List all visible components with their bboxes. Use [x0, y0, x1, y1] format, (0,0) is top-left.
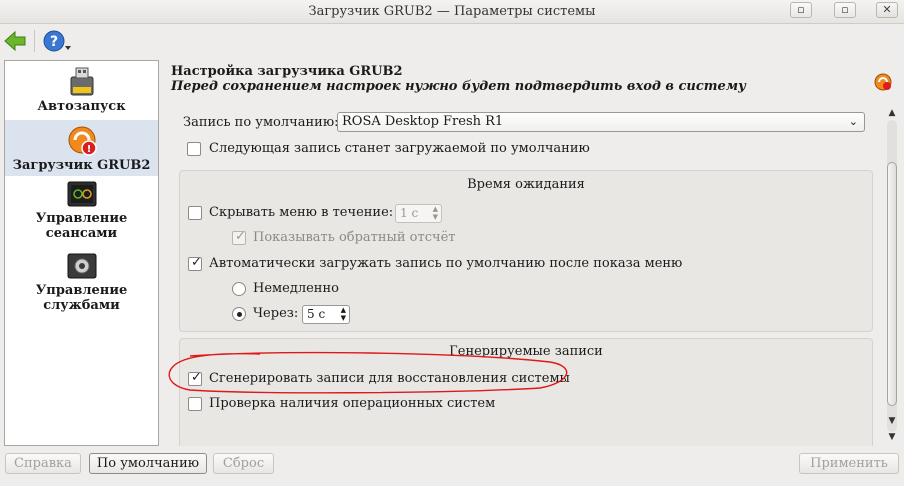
back-arrow-icon	[4, 30, 26, 52]
os-prober-label: Проверка наличия операционных систем	[209, 396, 496, 411]
grub-header-icon	[874, 73, 892, 91]
after-delay-spinbox[interactable]: 5 с ▲ ▼	[302, 305, 350, 324]
next-entry-default-label: Следующая запись станет загружаемой по у…	[209, 141, 590, 156]
help-button[interactable]: Справка	[5, 453, 81, 474]
timeout-group-title: Время ожидания	[467, 177, 585, 192]
page-title: Настройка загрузчика GRUB2	[171, 64, 403, 79]
sidebar: Автозапуск ! Загрузчик GRUB2 Управление …	[4, 60, 159, 446]
scroll-up-icon[interactable]: ▲	[886, 108, 898, 120]
sidebar-item-autostart[interactable]: Автозапуск	[5, 65, 158, 119]
sidebar-item-label: Управление сеансами	[35, 211, 128, 241]
maximize-icon: ▫	[841, 3, 849, 16]
spin-arrows-icon: ▲ ▼	[340, 306, 346, 322]
checkmark-icon: ✓	[191, 255, 202, 270]
scroll-down-icon[interactable]: ▼	[886, 432, 898, 444]
apply-button[interactable]: Применить	[799, 453, 899, 474]
chevron-down-icon: ⌄	[848, 115, 858, 128]
after-delay-radio[interactable]	[232, 307, 246, 321]
close-button[interactable]: ✕	[876, 2, 898, 18]
toolbar-separator	[34, 30, 35, 52]
back-button[interactable]	[2, 28, 28, 54]
title-bar: Загрузчик GRUB2 — Параметры системы ▫ ▫ …	[0, 0, 904, 24]
show-countdown-label: Показывать обратный отсчёт	[253, 230, 456, 245]
scrollbar-thumb[interactable]	[887, 162, 897, 406]
content-scrollbar[interactable]: ▲ ▼ ▼	[884, 106, 900, 446]
usb-drive-icon	[70, 67, 93, 96]
page-subtitle: Перед сохранением настроек нужно будет п…	[171, 79, 746, 94]
close-icon: ✕	[882, 3, 892, 16]
hide-menu-label: Скрывать меню в течение:	[209, 205, 394, 220]
services-gear-icon	[67, 253, 96, 279]
grub-bootloader-icon: !	[68, 126, 97, 156]
defaults-button[interactable]: По умолчанию	[89, 453, 207, 474]
sidebar-item-grub2[interactable]: ! Загрузчик GRUB2	[5, 120, 158, 176]
toolbar: ?	[0, 24, 904, 58]
hide-menu-spinbox[interactable]: 1 с ▲ ▼	[395, 204, 442, 223]
immediately-label: Немедленно	[253, 281, 339, 296]
default-entry-value: ROSA Desktop Fresh R1	[342, 114, 504, 129]
sidebar-item-services[interactable]: Управление службами	[5, 251, 158, 321]
radio-dot-icon	[237, 312, 242, 317]
auto-boot-label: Автоматически загружать запись по умолча…	[209, 256, 683, 271]
next-entry-default-checkbox[interactable]	[187, 142, 201, 156]
red-highlight-annotation	[168, 351, 568, 394]
after-delay-label: Через:	[253, 306, 299, 321]
help-question-icon: ?	[43, 30, 71, 52]
sidebar-item-label: Загрузчик GRUB2	[12, 158, 151, 173]
minimize-button[interactable]: ▫	[790, 2, 812, 18]
default-entry-label: Запись по умолчанию:	[183, 115, 339, 130]
power-session-icon	[67, 181, 96, 207]
os-prober-checkbox[interactable]	[188, 397, 202, 411]
sidebar-item-label: Управление службами	[35, 283, 128, 313]
checkmark-icon: ✓	[235, 229, 246, 244]
show-countdown-checkbox[interactable]: ✓	[232, 229, 246, 245]
svg-text:?: ?	[50, 34, 58, 50]
immediately-radio[interactable]	[232, 282, 246, 296]
help-menu-button[interactable]: ?	[42, 28, 72, 54]
maximize-button[interactable]: ▫	[834, 2, 856, 18]
sidebar-item-sessions[interactable]: Управление сеансами	[5, 179, 158, 249]
minimize-icon: ▫	[797, 3, 805, 16]
timeout-group: Время ожидания Скрывать меню в течение: …	[179, 170, 873, 332]
spin-arrows-icon: ▲ ▼	[432, 205, 438, 221]
hide-menu-checkbox[interactable]	[188, 206, 202, 220]
reset-button[interactable]: Сброс	[213, 453, 274, 474]
auto-boot-checkbox[interactable]: ✓	[188, 255, 202, 271]
svg-text:!: !	[86, 144, 91, 155]
after-delay-value: 5 с	[307, 307, 326, 321]
window-title: Загрузчик GRUB2 — Параметры системы	[308, 4, 596, 19]
sidebar-item-label: Автозапуск	[37, 99, 126, 114]
default-entry-select[interactable]: ROSA Desktop Fresh R1 ⌄	[337, 112, 865, 132]
scroll-down-icon[interactable]: ▼	[886, 416, 898, 428]
hide-menu-value: 1 с	[400, 206, 419, 220]
